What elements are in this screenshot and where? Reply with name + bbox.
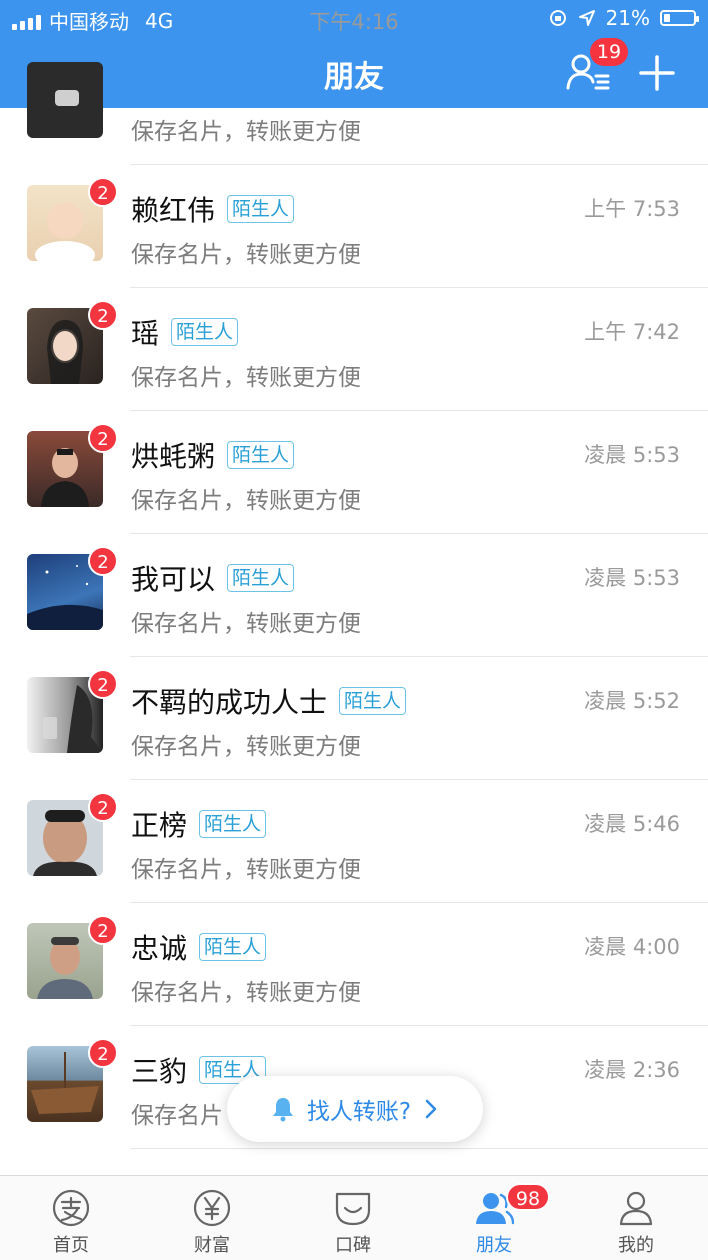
list-item-subtitle: 保存名片，转账更方便: [131, 365, 361, 391]
bell-icon: [272, 1098, 293, 1122]
person-icon: [619, 1191, 653, 1226]
tab-koubei[interactable]: 口碑: [283, 1176, 423, 1260]
friends-tab-badge: 98: [506, 1183, 550, 1211]
battery-icon: [660, 10, 699, 26]
find-person-transfer-button[interactable]: 找人转账?: [227, 1076, 483, 1142]
unread-badge: 2: [88, 1038, 118, 1068]
list-item-subtitle: 保存名片，转账更方便: [131, 119, 361, 145]
stranger-tag: 陌生人: [227, 564, 295, 592]
list-item[interactable]: 2 赖红伟 陌生人 保存名片，转账更方便 上午 7:53: [0, 165, 708, 288]
message-time: 凌晨 5:46: [584, 812, 680, 836]
list-item-subtitle: 保存名片: [131, 1103, 223, 1129]
contact-name: 三豹: [131, 1055, 188, 1088]
unread-badge: 2: [88, 915, 118, 945]
contact-name: 烘蚝粥: [131, 440, 216, 473]
list-item[interactable]: 2 瑶 陌生人 保存名片，转账更方便 上午 7:42: [0, 288, 708, 411]
message-time: 凌晨 2:36: [584, 1058, 680, 1082]
battery-percent: 21%: [605, 6, 650, 30]
list-item[interactable]: 保存名片，转账更方便: [0, 42, 708, 165]
tab-label: 口碑: [335, 1235, 371, 1256]
stranger-tag: 陌生人: [199, 810, 267, 838]
unread-badge: 2: [88, 300, 118, 330]
list-item-subtitle: 保存名片，转账更方便: [131, 611, 361, 637]
unread-badge: 2: [88, 792, 118, 822]
contact-name: 不羁的成功人士: [131, 686, 328, 719]
contact-name: 正榜: [131, 809, 188, 842]
bottom-tab-bar: 首页 财富 口碑 朋友 我的: [0, 1175, 708, 1260]
tab-home[interactable]: 首页: [1, 1176, 141, 1260]
message-time: 上午 7:53: [584, 197, 680, 221]
chevron-right-icon: [425, 1099, 437, 1119]
stranger-tag: 陌生人: [227, 441, 295, 469]
list-item-subtitle: 保存名片，转账更方便: [131, 242, 361, 268]
message-time: 凌晨 5:53: [584, 443, 680, 467]
stranger-tag: 陌生人: [339, 687, 407, 715]
list-item[interactable]: 2 我可以 陌生人 保存名片，转账更方便 凌晨 5:53: [0, 534, 708, 657]
avatar: [27, 62, 103, 138]
status-bar: 中国移动 4G 下午4:16 21%: [0, 0, 708, 36]
list-item[interactable]: 2 不羁的成功人士 陌生人 保存名片，转账更方便 凌晨 5:52: [0, 657, 708, 780]
contact-name: 瑶: [131, 317, 160, 350]
list-item-subtitle: 保存名片，转账更方便: [131, 488, 361, 514]
message-time: 上午 7:42: [584, 320, 680, 344]
list-item-subtitle: 保存名片，转账更方便: [131, 857, 361, 883]
tab-wealth[interactable]: 财富: [142, 1176, 282, 1260]
message-time: 凌晨 5:53: [584, 566, 680, 590]
contact-name: 忠诚: [131, 932, 188, 965]
tab-label: 首页: [53, 1235, 89, 1256]
contact-name: 我可以: [131, 563, 216, 596]
list-item-subtitle: 保存名片，转账更方便: [131, 734, 361, 760]
koubei-icon: [335, 1192, 371, 1226]
message-time: 凌晨 5:52: [584, 689, 680, 713]
yuan-icon: [193, 1189, 231, 1227]
tab-mine[interactable]: 我的: [566, 1176, 706, 1260]
unread-badge: 2: [88, 546, 118, 576]
unread-badge: 2: [88, 423, 118, 453]
stranger-tag: 陌生人: [199, 933, 267, 961]
tab-label: 财富: [194, 1235, 230, 1256]
unread-badge: 2: [88, 669, 118, 699]
tab-label: 朋友: [476, 1235, 512, 1256]
rotation-lock-icon: [549, 10, 566, 26]
list-item[interactable]: 2 正榜 陌生人 保存名片，转账更方便 凌晨 5:46: [0, 780, 708, 903]
list-item[interactable]: 2 烘蚝粥 陌生人 保存名片，转账更方便 凌晨 5:53: [0, 411, 708, 534]
tab-label: 我的: [618, 1235, 654, 1256]
find-person-transfer-label: 找人转账?: [306, 1099, 412, 1125]
message-time: 凌晨 4:00: [584, 935, 680, 959]
location-arrow-icon: [578, 10, 595, 26]
list-item-subtitle: 保存名片，转账更方便: [131, 980, 361, 1006]
alipay-home-icon: [52, 1189, 90, 1227]
unread-badge: 2: [88, 177, 118, 207]
list-item[interactable]: 2 忠诚 陌生人 保存名片，转账更方便 凌晨 4:00: [0, 903, 708, 1026]
contact-name: 赖红伟: [131, 194, 216, 227]
stranger-tag: 陌生人: [227, 195, 295, 223]
stranger-tag: 陌生人: [171, 318, 239, 346]
